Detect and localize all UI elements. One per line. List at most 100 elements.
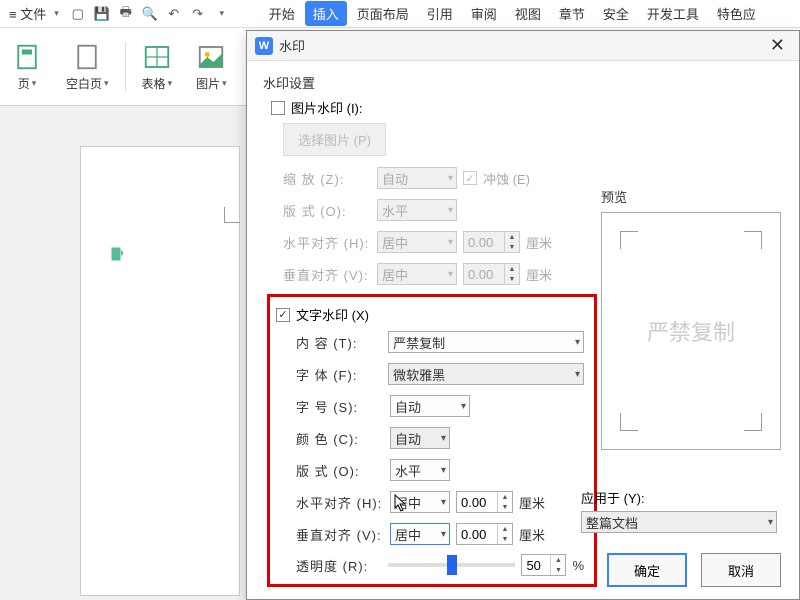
qat-more-icon[interactable]: ▾	[213, 5, 231, 23]
opacity-spinner[interactable]: ▲▼	[521, 554, 566, 576]
txt-halign-select[interactable]: 居中▾	[390, 491, 450, 513]
ribbon-blank-page[interactable]: 空白页▾	[54, 38, 121, 96]
picture-icon	[196, 42, 226, 72]
folder-icon[interactable]: ▢	[69, 5, 87, 23]
ribbon-cover-page[interactable]: 页▾	[0, 38, 54, 96]
spin-down-icon[interactable]: ▼	[551, 565, 565, 575]
txt-halign-spinner[interactable]: ▲▼	[456, 491, 513, 513]
chevron-down-icon: ▾	[575, 337, 580, 348]
valign-label: 垂直对齐 (V):	[283, 265, 371, 284]
section-title: 水印设置	[263, 73, 783, 92]
size-select[interactable]: 自动▾	[390, 395, 470, 417]
print-icon[interactable]: 🖶	[117, 5, 135, 23]
font-select[interactable]: 微软雅黑▾	[388, 363, 584, 385]
zoom-label: 缩 放 (Z):	[283, 169, 371, 188]
txt-valign-select[interactable]: 居中▾	[390, 523, 450, 545]
ribbon-item-label: 表格	[142, 75, 166, 92]
apply-to-select[interactable]: 整篇文档▾	[581, 511, 777, 533]
chevron-down-icon: ▾	[168, 78, 173, 89]
tab-feature[interactable]: 特色应	[709, 1, 764, 26]
spin-up-icon[interactable]: ▲	[498, 492, 512, 502]
preview-corner	[620, 231, 638, 249]
spin-down-icon[interactable]: ▼	[498, 534, 512, 544]
image-watermark-checkbox[interactable]	[271, 101, 285, 115]
preview-icon[interactable]: 🔍	[141, 5, 159, 23]
quick-access-toolbar: ▢ 💾 🖶 🔍 ↶ ↷ ▾	[61, 5, 239, 23]
img-valign-select: 居中▾	[377, 263, 457, 285]
file-menu[interactable]: ≡ 文件	[3, 4, 52, 23]
spin-down-icon[interactable]: ▼	[498, 502, 512, 512]
preview-label: 预览	[601, 187, 781, 206]
preview-watermark-text: 严禁复制	[647, 315, 735, 347]
chevron-down-icon: ▾	[448, 269, 453, 280]
spin-up-icon[interactable]: ▲	[551, 555, 565, 565]
img-layout-select: 水平▾	[377, 199, 457, 221]
tab-review[interactable]: 审阅	[463, 1, 505, 26]
paragraph-icon	[111, 247, 123, 261]
text-watermark-label: 文字水印 (X)	[296, 305, 369, 324]
chevron-down-icon: ▾	[461, 401, 466, 412]
txt-layout-select[interactable]: 水平▾	[390, 459, 450, 481]
img-halign-select: 居中▾	[377, 231, 457, 253]
apply-to-row: 应用于 (Y): 整篇文档▾	[581, 488, 781, 533]
spin-down-icon: ▼	[505, 274, 519, 284]
watermark-dialog: W 水印 ✕ 水印设置 图片水印 (I): 选择图片 (P) 缩 放 (Z): …	[246, 30, 800, 600]
tab-security[interactable]: 安全	[595, 1, 637, 26]
preview-pane: 预览 严禁复制	[601, 187, 781, 450]
opacity-slider[interactable]	[388, 563, 515, 567]
ribbon-item-label: 空白页	[66, 75, 102, 92]
ribbon-separator	[125, 42, 126, 92]
redo-icon[interactable]: ↷	[189, 5, 207, 23]
erode-label: 冲蚀 (E)	[483, 169, 530, 188]
ribbon-item-label: 图片	[196, 75, 220, 92]
tab-layout[interactable]: 页面布局	[349, 1, 417, 26]
undo-icon[interactable]: ↶	[165, 5, 183, 23]
spin-up-icon[interactable]: ▲	[498, 524, 512, 534]
app-icon: W	[255, 37, 273, 55]
chevron-down-icon: ▾	[222, 78, 227, 89]
select-picture-button: 选择图片 (P)	[283, 123, 386, 156]
save-icon[interactable]: 💾	[93, 5, 111, 23]
txt-valign-label: 垂直对齐 (V):	[296, 525, 384, 544]
img-valign-spinner: ▲▼	[463, 263, 520, 285]
tab-reference[interactable]: 引用	[419, 1, 461, 26]
tab-insert[interactable]: 插入	[305, 1, 347, 26]
close-icon[interactable]: ✕	[764, 35, 791, 56]
img-halign-spinner: ▲▼	[463, 231, 520, 253]
text-watermark-checkbox[interactable]	[276, 308, 290, 322]
content-label: 内 容 (T):	[296, 333, 382, 352]
preview-box: 严禁复制	[601, 212, 781, 450]
table-icon	[142, 42, 172, 72]
unit-label: 厘米	[526, 265, 552, 284]
tab-developer[interactable]: 开发工具	[639, 1, 707, 26]
color-select[interactable]: 自动▾	[390, 427, 450, 449]
slider-thumb[interactable]	[447, 555, 457, 575]
txt-valign-spinner[interactable]: ▲▼	[456, 523, 513, 545]
tab-view[interactable]: 视图	[507, 1, 549, 26]
tab-start[interactable]: 开始	[261, 1, 303, 26]
menubar: ≡ 文件 ▾ ▢ 💾 🖶 🔍 ↶ ↷ ▾ 开始 插入 页面布局 引用 审阅 视图…	[0, 0, 800, 28]
chevron-down-icon: ▾	[441, 433, 446, 444]
cover-page-icon	[12, 42, 42, 72]
unit-label: 厘米	[526, 233, 552, 252]
cancel-button[interactable]: 取消	[701, 553, 781, 587]
ribbon-table[interactable]: 表格▾	[130, 38, 185, 96]
ok-button[interactable]: 确定	[607, 553, 687, 587]
chevron-down-icon: ▾	[448, 237, 453, 248]
txt-halign-label: 水平对齐 (H):	[296, 493, 384, 512]
file-dropdown-arrow[interactable]: ▾	[54, 8, 59, 19]
layout-label: 版 式 (O):	[283, 201, 371, 220]
tab-chapter[interactable]: 章节	[551, 1, 593, 26]
content-select[interactable]: 严禁复制▾	[388, 331, 584, 353]
spin-down-icon: ▼	[505, 242, 519, 252]
preview-corner	[744, 413, 762, 431]
dialog-titlebar[interactable]: W 水印 ✕	[247, 31, 799, 61]
ribbon-item-label: 页	[18, 75, 30, 92]
chevron-down-icon: ▾	[441, 497, 446, 508]
page-corner-mark	[224, 207, 240, 223]
size-label: 字 号 (S):	[296, 397, 384, 416]
unit-label: 厘米	[519, 525, 545, 544]
ribbon-picture[interactable]: 图片▾	[184, 38, 239, 96]
dialog-title: 水印	[279, 36, 305, 55]
document-page[interactable]	[80, 146, 240, 596]
